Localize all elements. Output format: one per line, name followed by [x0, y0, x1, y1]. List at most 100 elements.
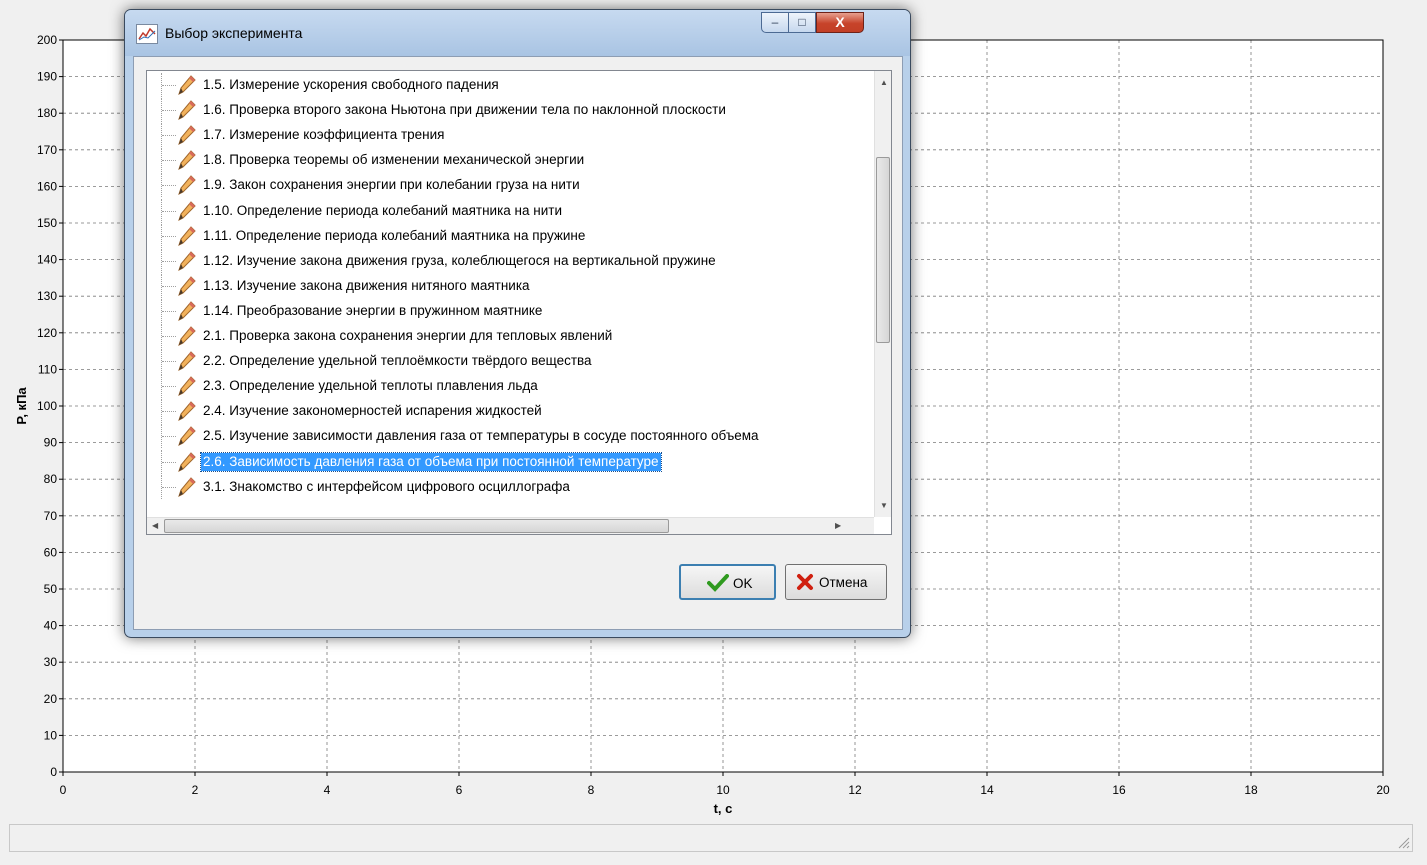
vertical-scroll-thumb[interactable]: [876, 157, 890, 343]
tree-connector: [162, 411, 176, 413]
pencil-icon: [175, 200, 197, 222]
pencil-icon: [175, 99, 197, 121]
tree-connector: [162, 436, 176, 438]
list-item[interactable]: 1.8. Проверка теоремы об изменении механ…: [147, 148, 867, 173]
main-window: 0 10 20 30 40 50 60 70 80 90 100 110 120 130 140 150 160…: [0, 0, 1427, 865]
list-item-label: 2.2. Определение удельной теплоёмкости т…: [203, 353, 592, 369]
y-tick-label: 190: [37, 70, 57, 84]
dialog-titlebar[interactable]: Выбор эксперимента – □ X: [125, 10, 910, 56]
pencil-icon: [175, 400, 197, 422]
x-tick-label: 8: [588, 783, 595, 797]
list-item-label: 1.7. Измерение коэффициента трения: [203, 127, 445, 143]
tree-connector: [162, 310, 176, 312]
y-tick-label: 140: [37, 253, 57, 267]
y-tick-label: 0: [50, 765, 57, 779]
scroll-up-icon[interactable]: ▲: [880, 78, 888, 87]
list-item-label: 1.13. Изучение закона движения нитяного …: [203, 277, 530, 293]
tree-connector: [162, 461, 176, 463]
tree-connector: [162, 185, 176, 187]
list-item[interactable]: 2.6. Зависимость давления газа от объема…: [147, 449, 867, 474]
list-item[interactable]: 1.11. Определение периода колебаний маят…: [147, 223, 867, 248]
tree-connector: [162, 135, 176, 137]
pencil-icon: [175, 425, 197, 447]
y-tick-label: 80: [44, 472, 58, 486]
experiment-tree[interactable]: 1.5. Измерение ускорения свободного паде…: [146, 70, 892, 535]
pencil-icon: [175, 350, 197, 372]
list-item-label: 1.6. Проверка второго закона Ньютона при…: [203, 102, 726, 118]
list-item[interactable]: 2.5. Изучение зависимости давления газа …: [147, 424, 867, 449]
pencil-icon: [175, 74, 197, 96]
list-item[interactable]: 1.5. Измерение ускорения свободного паде…: [147, 73, 867, 97]
list-item[interactable]: 2.2. Определение удельной теплоёмкости т…: [147, 349, 867, 374]
scroll-right-icon[interactable]: ▶: [835, 521, 841, 530]
checkmark-icon: [707, 574, 729, 592]
pencil-icon: [175, 451, 197, 473]
ok-button[interactable]: OK: [679, 564, 776, 600]
list-item-label: 2.3. Определение удельной теплоты плавле…: [203, 378, 538, 394]
list-item[interactable]: 2.1. Проверка закона сохранения энергии …: [147, 324, 867, 348]
tree-connector: [162, 85, 176, 86]
y-tick-label: 110: [38, 362, 57, 376]
experiment-select-dialog: Выбор эксперимента – □ X 1.5. Измерение …: [124, 9, 911, 638]
pencil-icon: [175, 174, 197, 196]
list-item-label: 1.5. Измерение ускорения свободного паде…: [203, 77, 499, 92]
list-item[interactable]: 1.9. Закон сохранения энергии при колеба…: [147, 173, 867, 198]
pencil-icon: [175, 124, 197, 146]
y-tick-label: 30: [44, 655, 58, 669]
y-tick-label: 60: [44, 545, 58, 559]
tree-connector: [162, 110, 176, 112]
cancel-button-label: Отмена: [819, 575, 868, 590]
ok-button-label: OK: [733, 576, 753, 591]
tree-connector: [162, 336, 176, 337]
list-item[interactable]: 1.14. Преобразование энергии в пружинном…: [147, 298, 867, 323]
list-item[interactable]: 2.3. Определение удельной теплоты плавле…: [147, 374, 867, 399]
scroll-left-icon[interactable]: ◀: [152, 521, 158, 530]
list-item-label: 1.11. Определение периода колебаний маят…: [203, 227, 586, 243]
y-tick-label: 10: [44, 728, 58, 742]
list-item-label: 2.6. Зависимость давления газа от объема…: [200, 451, 662, 472]
x-axis-label: t, c: [714, 801, 733, 816]
pencil-icon: [175, 300, 197, 322]
vertical-scrollbar[interactable]: ▲ ▼: [874, 71, 891, 517]
x-tick-label: 18: [1244, 783, 1258, 797]
pencil-icon: [175, 325, 197, 347]
cancel-button[interactable]: Отмена: [785, 564, 887, 600]
scroll-down-icon[interactable]: ▼: [880, 501, 888, 510]
y-tick-label: 120: [37, 326, 57, 340]
dialog-client-area: 1.5. Измерение ускорения свободного паде…: [133, 56, 903, 630]
tree-connector: [162, 285, 176, 287]
resize-grip-icon[interactable]: [1396, 835, 1410, 849]
x-tick-label: 12: [848, 783, 862, 797]
minimize-button[interactable]: –: [761, 12, 789, 33]
close-button[interactable]: X: [816, 12, 864, 33]
x-tick-label: 4: [324, 783, 331, 797]
y-tick-label: 70: [44, 509, 58, 523]
list-item[interactable]: 1.7. Измерение коэффициента трения: [147, 123, 867, 148]
y-tick-label: 20: [44, 692, 58, 706]
list-item[interactable]: 1.13. Изучение закона движения нитяного …: [147, 273, 867, 298]
list-item[interactable]: 3.1. Знакомство с интерфейсом цифрового …: [147, 474, 867, 499]
list-item-label: 2.5. Изучение зависимости давления газа …: [203, 428, 759, 444]
list-item[interactable]: 1.10. Определение периода колебаний маят…: [147, 198, 867, 223]
x-tick-label: 10: [716, 783, 730, 797]
pencil-icon: [175, 476, 197, 498]
horizontal-scrollbar[interactable]: ◀ ▶: [147, 517, 874, 534]
y-tick-label: 90: [44, 436, 58, 450]
y-tick-label: 180: [37, 106, 57, 120]
status-bar: [9, 824, 1413, 852]
list-item[interactable]: 1.6. Проверка второго закона Ньютона при…: [147, 98, 867, 123]
chart-icon: [136, 24, 158, 44]
x-tick-label: 16: [1112, 783, 1126, 797]
pencil-icon: [175, 375, 197, 397]
list-item[interactable]: 2.4. Изучение закономерностей испарения …: [147, 399, 867, 424]
maximize-button[interactable]: □: [788, 12, 816, 33]
list-item[interactable]: 1.12. Изучение закона движения груза, ко…: [147, 248, 867, 273]
dialog-title: Выбор эксперимента: [165, 25, 303, 41]
list-item-label: 2.1. Проверка закона сохранения энергии …: [203, 328, 613, 343]
horizontal-scroll-thumb[interactable]: [164, 519, 669, 533]
y-tick-label: 40: [44, 619, 58, 633]
y-tick-label: 130: [37, 289, 57, 303]
pencil-icon: [175, 250, 197, 272]
list-item-label: 1.12. Изучение закона движения груза, ко…: [203, 252, 716, 268]
x-tick-label: 14: [980, 783, 994, 797]
